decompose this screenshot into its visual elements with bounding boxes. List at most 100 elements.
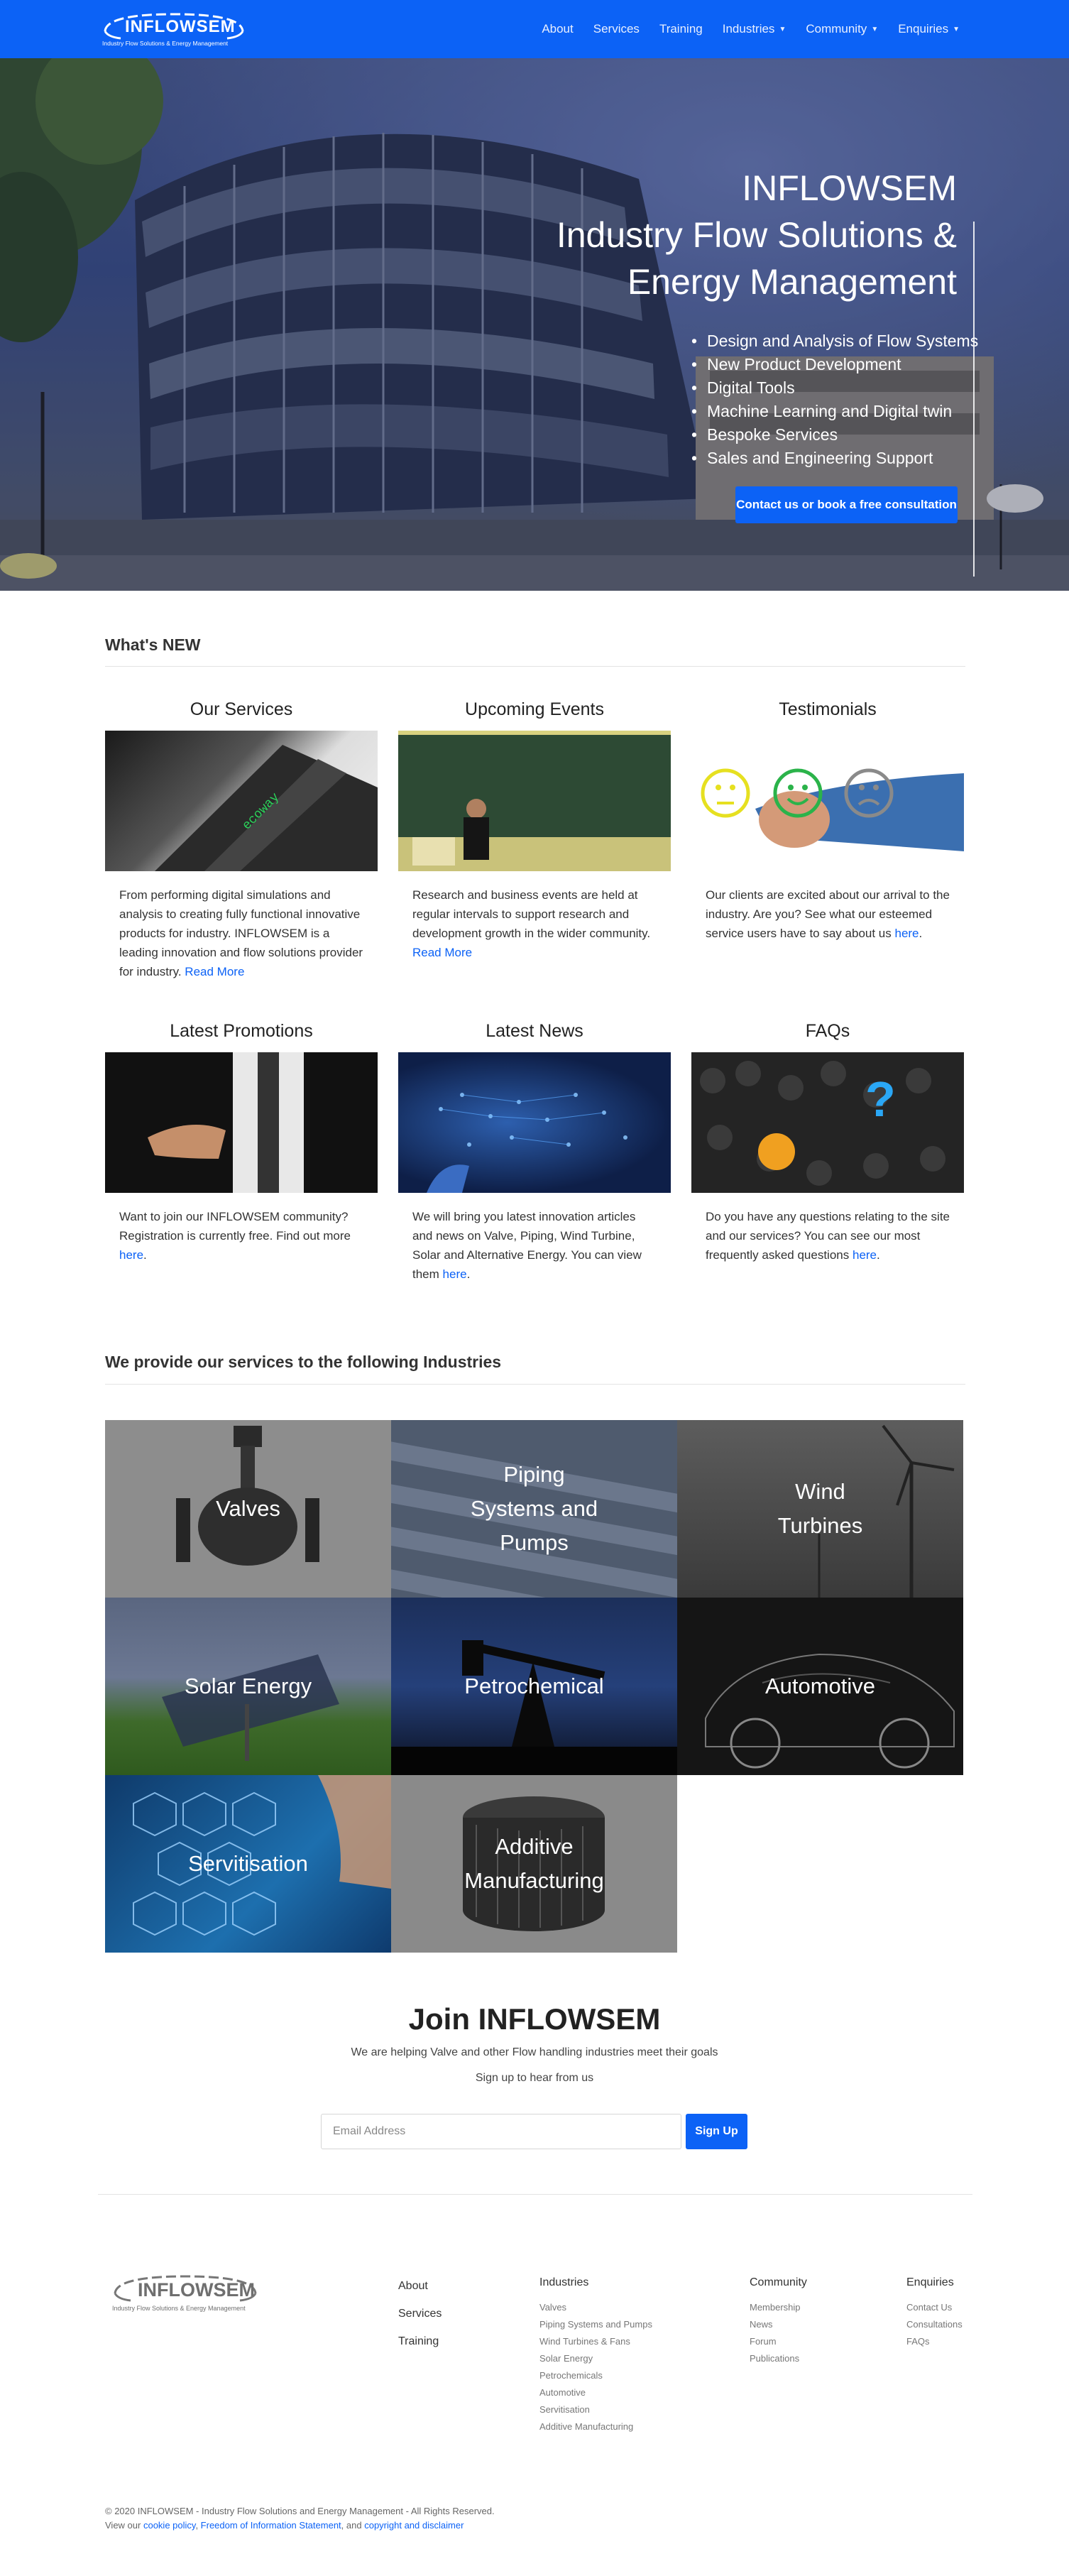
nav-services[interactable]: Services (583, 22, 649, 36)
industry-label: Wind Turbines (778, 1475, 862, 1543)
nav-enquiries-dropdown[interactable]: Enquiries ▼ (888, 22, 970, 36)
policy-links: View our cookie policy, Freedom of Infor… (105, 2520, 464, 2531)
industry-tile-valves[interactable]: Valves (105, 1420, 391, 1598)
read-more-link[interactable]: Read More (412, 946, 472, 959)
industry-tile-petrochemical[interactable]: Petrochemical (391, 1598, 677, 1775)
news-image (398, 1052, 671, 1193)
hero-title-line-3: Energy Management (627, 262, 957, 302)
card-text: Want to join our INFLOWSEM community? Re… (119, 1210, 351, 1262)
industry-label: Valves (216, 1492, 280, 1526)
footer-link[interactable]: Piping Systems and Pumps (539, 2316, 652, 2333)
site-logo[interactable]: INFLOWSEM Industry Flow Solutions & Ener… (99, 10, 248, 50)
copyright-disclaimer-link[interactable]: copyright and disclaimer (364, 2520, 464, 2531)
hero-carousel: INFLOWSEM Industry Flow Solutions & Ener… (0, 58, 1069, 591)
main-nav: About Services Training Industries ▼ Comm… (532, 0, 970, 58)
card-text: Research and business events are held at… (398, 885, 671, 962)
footer-logo[interactable]: INFLOWSEM Industry Flow Solutions & Ener… (109, 2272, 261, 2315)
nav-industries-dropdown[interactable]: Industries ▼ (713, 22, 796, 36)
industry-tile-additive-manufacturing[interactable]: Additive Manufacturing (391, 1775, 677, 1953)
read-more-link[interactable]: Read More (185, 965, 244, 978)
join-signup-text: Sign up to hear from us (475, 2072, 594, 2084)
footer-link[interactable]: News (750, 2316, 807, 2333)
industry-label-line: Piping (503, 1462, 565, 1487)
footer-link[interactable]: Contact Us (906, 2299, 963, 2316)
industry-tile-wind-turbines[interactable]: Wind Turbines (677, 1420, 963, 1598)
sign-up-button[interactable]: Sign Up (686, 2114, 747, 2149)
contact-consultation-button[interactable]: Contact us or book a free consultation (735, 486, 958, 523)
promotions-link[interactable]: here (119, 1248, 143, 1262)
footer-link[interactable]: Automotive (539, 2384, 652, 2401)
industry-tile-piping[interactable]: Piping Systems and Pumps (391, 1420, 677, 1598)
card-text: We will bring you latest innovation arti… (412, 1210, 642, 1281)
footer-link-services[interactable]: Services (398, 2300, 442, 2327)
footer-link[interactable]: Petrochemicals (539, 2367, 652, 2384)
footer-link[interactable]: Additive Manufacturing (539, 2418, 652, 2435)
industry-tile-automotive[interactable]: Automotive (677, 1598, 963, 1775)
and-text: and (346, 2520, 362, 2531)
industry-label-line: Wind (795, 1479, 845, 1504)
footer-link[interactable]: Servitisation (539, 2401, 652, 2418)
nav-community-label: Community (806, 22, 867, 36)
card-text-body: Do you have any questions relating to th… (706, 1210, 950, 1262)
logo-tagline: Industry Flow Solutions & Energy Managem… (102, 40, 229, 47)
cookie-policy-link[interactable]: cookie policy (143, 2520, 195, 2531)
footer-logo-text: INFLOWSEM (138, 2279, 255, 2301)
footer-link[interactable]: Forum (750, 2333, 807, 2350)
card-text: Our clients are excited about our arriva… (706, 888, 950, 940)
hero-bullet-list: Design and Analysis of Flow Systems New … (690, 329, 978, 470)
footer-link[interactable]: Consultations (906, 2316, 963, 2333)
join-subtitle: We are helping Valve and other Flow hand… (351, 2046, 718, 2058)
industry-label-line: Automotive (764, 1674, 876, 1698)
foi-statement-link[interactable]: Freedom of Information Statement (201, 2520, 341, 2531)
hero-bullet: Sales and Engineering Support (690, 447, 978, 470)
industry-label-line: Manufacturing (464, 1868, 604, 1893)
card-text: Do you have any questions relating to th… (706, 1210, 950, 1262)
hero-title-line-2: Industry Flow Solutions & (556, 215, 957, 255)
faqs-link[interactable]: here (853, 1248, 877, 1262)
card-testimonials: Testimonials Our clients are excited abo… (691, 699, 964, 943)
industry-label-line: Turbines (777, 1513, 863, 1538)
faqs-image: ? (691, 1052, 964, 1193)
card-title: Latest Promotions (170, 1021, 313, 1041)
industry-label-line: Servitisation (188, 1851, 308, 1876)
footer-link[interactable]: Publications (750, 2350, 807, 2367)
footer-link[interactable]: Membership (750, 2299, 807, 2316)
hero-bullet: New Product Development (690, 353, 978, 376)
caret-down-icon: ▼ (779, 25, 786, 33)
news-link[interactable]: here (443, 1267, 467, 1281)
email-input[interactable] (321, 2114, 681, 2149)
smiley-rating-icon (701, 768, 964, 851)
top-navbar: INFLOWSEM Industry Flow Solutions & Ener… (0, 0, 1069, 58)
industry-label: Servitisation (188, 1847, 308, 1881)
logo-text: INFLOWSEM (125, 17, 236, 36)
footer-link[interactable]: Wind Turbines & Fans (539, 2333, 652, 2350)
footer-heading: Industries (539, 2276, 589, 2288)
footer-link[interactable]: Solar Energy (539, 2350, 652, 2367)
section-divider (105, 666, 965, 667)
industry-label: Automotive (765, 1669, 875, 1703)
industry-tile-servitisation[interactable]: Servitisation (105, 1775, 391, 1953)
nav-training[interactable]: Training (649, 22, 713, 36)
promotions-image (105, 1052, 378, 1193)
footer-main-links: About Services Training (398, 2272, 442, 2355)
industry-label-line: Pumps (500, 1530, 569, 1555)
footer-link[interactable]: Valves (539, 2299, 652, 2316)
footer-link-training[interactable]: Training (398, 2327, 442, 2355)
industry-tile-solar[interactable]: Solar Energy (105, 1598, 391, 1775)
footer-industries-column: Industries Valves Piping Systems and Pum… (539, 2276, 652, 2435)
card-title: Upcoming Events (465, 699, 604, 719)
caret-down-icon: ▼ (871, 25, 879, 33)
testimonials-link[interactable]: here (894, 927, 919, 940)
handshake-icon (148, 1052, 304, 1193)
footer-link-about[interactable]: About (398, 2272, 442, 2300)
hero-bullet: Design and Analysis of Flow Systems (690, 329, 978, 353)
nav-community-dropdown[interactable]: Community ▼ (796, 22, 888, 36)
nav-about[interactable]: About (532, 22, 583, 36)
card-title: Latest News (486, 1021, 583, 1041)
industry-label-line: Additive (495, 1834, 574, 1859)
nav-services-label: Services (593, 22, 640, 36)
testimonials-image (691, 731, 964, 871)
card-latest-news: Latest News We will bring you latest inn… (398, 1021, 671, 1284)
svg-text:?: ? (865, 1071, 896, 1127)
footer-link[interactable]: FAQs (906, 2333, 963, 2350)
